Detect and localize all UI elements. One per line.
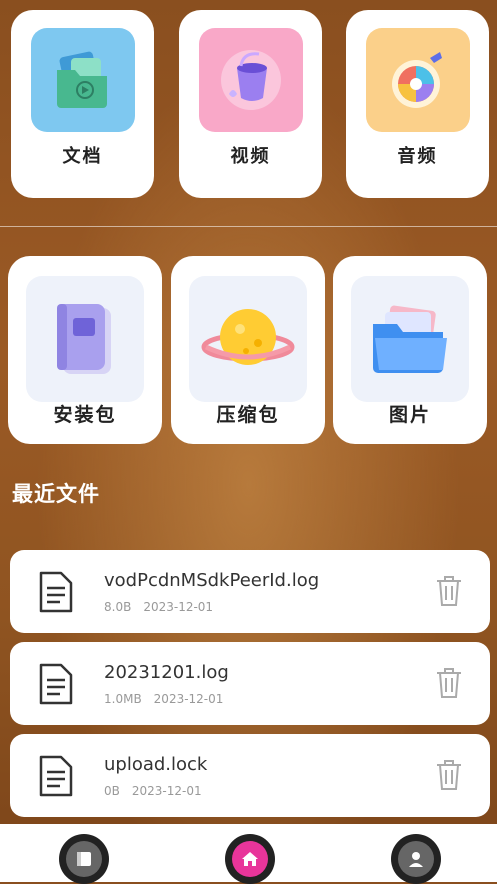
nav-files-button[interactable] xyxy=(59,834,109,884)
file-date: 2023-12-01 xyxy=(131,784,202,798)
category-label: 音频 xyxy=(397,146,438,167)
video-bucket-icon xyxy=(198,28,303,132)
category-label: 文档 xyxy=(62,146,103,167)
file-meta: 1.0MB 2023-12-01 xyxy=(104,692,235,706)
trash-icon[interactable] xyxy=(434,574,464,608)
file-name: upload.lock xyxy=(104,754,208,775)
category-label: 安装包 xyxy=(53,404,117,426)
file-row[interactable]: upload.lock 0B 2023-12-01 xyxy=(10,734,490,817)
trash-icon[interactable] xyxy=(434,666,464,700)
home-icon xyxy=(232,841,268,877)
music-disc-icon xyxy=(365,28,470,132)
category-documents[interactable]: 文档 xyxy=(11,10,154,198)
file-row[interactable]: vodPcdnMSdkPeerId.log 8.0B 2023-12-01 xyxy=(10,550,490,633)
nav-profile-button[interactable] xyxy=(391,834,441,884)
profile-icon xyxy=(398,841,434,877)
file-document-icon xyxy=(39,663,73,705)
recent-files-title: 最近文件 xyxy=(12,482,100,506)
category-label: 压缩包 xyxy=(216,404,280,426)
image-folder-icon xyxy=(351,276,469,402)
file-meta: 0B 2023-12-01 xyxy=(104,784,214,798)
install-package-icon xyxy=(26,276,144,402)
file-date: 2023-12-01 xyxy=(143,600,214,614)
file-name: 20231201.log xyxy=(104,662,229,683)
file-date: 2023-12-01 xyxy=(153,692,224,706)
category-label: 图片 xyxy=(388,404,431,426)
document-folder-icon xyxy=(30,28,135,132)
file-size: 1.0MB xyxy=(104,692,142,706)
category-images[interactable]: 图片 xyxy=(333,256,487,444)
category-archives[interactable]: 压缩包 xyxy=(171,256,325,444)
nav-home-button[interactable] xyxy=(225,834,275,884)
file-name: vodPcdnMSdkPeerId.log xyxy=(104,570,320,591)
files-icon xyxy=(66,841,102,877)
file-document-icon xyxy=(39,755,73,797)
section-divider xyxy=(0,226,497,227)
category-install-packages[interactable]: 安装包 xyxy=(8,256,162,444)
category-label: 视频 xyxy=(230,146,271,167)
category-audio[interactable]: 音频 xyxy=(346,10,489,198)
trash-icon[interactable] xyxy=(434,758,464,792)
zip-planet-icon xyxy=(189,276,307,402)
file-document-icon xyxy=(39,571,73,613)
category-videos[interactable]: 视频 xyxy=(179,10,322,198)
file-size: 8.0B xyxy=(104,600,132,614)
file-size: 0B xyxy=(104,784,120,798)
file-row[interactable]: 20231201.log 1.0MB 2023-12-01 xyxy=(10,642,490,725)
file-meta: 8.0B 2023-12-01 xyxy=(104,600,225,614)
